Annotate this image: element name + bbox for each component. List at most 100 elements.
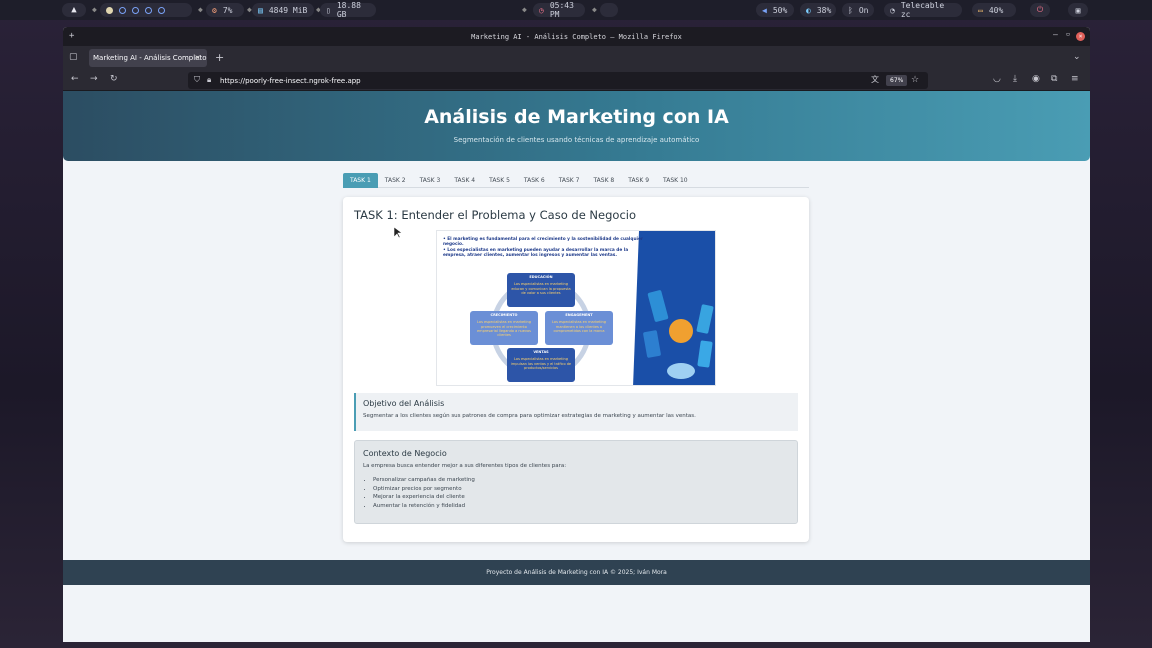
url-text[interactable]: https://poorly-free-insect.ngrok-free.ap… xyxy=(220,77,361,85)
maximize-icon[interactable]: ▫ xyxy=(1066,31,1070,38)
separator-icon: ◆ xyxy=(92,5,97,14)
box-sales: VENTAS Los especialistas en marketing im… xyxy=(507,348,575,382)
hero-header: Análisis de Marketing con IA Segmentació… xyxy=(63,91,1090,161)
box-growth: CRECIMIENTO Los especialistas en marketi… xyxy=(470,311,538,345)
task-tabs: TASK 1 TASK 2 TASK 3 TASK 4 TASK 5 TASK 6 TASK… xyxy=(343,173,809,188)
tab-task-6[interactable]: TASK 6 xyxy=(517,173,552,188)
bluetooth-icon: ᛒ xyxy=(848,5,853,15)
menu-icon[interactable]: ≡ xyxy=(1071,75,1079,84)
tab-task-5[interactable]: TASK 5 xyxy=(482,173,517,188)
brightness-icon: ◐ xyxy=(806,5,811,15)
minimize-icon[interactable]: – xyxy=(1053,31,1058,39)
zoom-indicator[interactable]: 67% xyxy=(886,75,908,86)
disk-icon: ▯ xyxy=(326,5,331,15)
figure-bullet: • Los especialistas en marketing pueden … xyxy=(443,247,629,258)
tab-task-1[interactable]: TASK 1 xyxy=(343,173,378,188)
tab-task-9[interactable]: TASK 9 xyxy=(621,173,656,188)
page-footer: Proyecto de Análisis de Marketing con IA… xyxy=(63,560,1090,585)
translate-icon[interactable]: 文 xyxy=(871,76,879,84)
brightness-widget[interactable]: ◐ 38% xyxy=(800,3,836,17)
section-title: TASK 1: Entender el Problema y Caso de N… xyxy=(354,208,636,222)
cpu-icon: ⚙ xyxy=(212,5,217,15)
close-tab-icon[interactable]: × xyxy=(194,53,201,62)
box-education: EDUCACIÓN Los especialistas en marketing… xyxy=(507,273,575,307)
bluetooth-widget[interactable]: ᛒ On xyxy=(842,3,874,17)
footer-text: Proyecto de Análisis de Marketing con IA… xyxy=(486,569,667,576)
cpu-value: 7% xyxy=(222,5,233,15)
battery-value: 40% xyxy=(988,5,1004,15)
wifi-value: Telecable zc xyxy=(900,1,945,19)
list-item: Mejorar la experiencia del cliente xyxy=(373,493,475,502)
account-icon[interactable]: ◉ xyxy=(1032,75,1040,84)
brain-icon xyxy=(669,319,693,343)
media-widget[interactable] xyxy=(600,3,618,17)
power-icon: ⏻ xyxy=(1036,5,1044,14)
mouse-cursor-icon xyxy=(394,227,402,239)
context-list: Personalizar campañas de marketing Optim… xyxy=(373,476,475,510)
bookmark-star-icon[interactable]: ☆ xyxy=(911,76,919,85)
disk-value: 18.88 GB xyxy=(336,1,361,19)
volume-icon: ◀ xyxy=(762,5,767,15)
url-bar[interactable]: ⛉ 🔒︎ https://poorly-free-insect.ngrok-fr… xyxy=(188,72,928,89)
new-tab-icon[interactable]: + xyxy=(215,52,224,63)
tab-task-10[interactable]: TASK 10 xyxy=(656,173,695,188)
web-page: Análisis de Marketing con IA Segmentació… xyxy=(63,91,1090,642)
tab-task-3[interactable]: TASK 3 xyxy=(413,173,448,188)
box-engagement: ENGAGEMENT Los especialistas en marketin… xyxy=(545,311,613,345)
launcher-button[interactable]: ▲ xyxy=(62,3,86,17)
figure-bullet: • El marketing es fundamental para el cr… xyxy=(443,237,644,248)
list-item: Aumentar la retención y fidelidad xyxy=(373,502,475,511)
workspace-2-icon[interactable] xyxy=(119,6,126,14)
task-card: TASK 1: Entender el Problema y Caso de N… xyxy=(343,197,809,542)
list-tabs-icon[interactable]: ⌄ xyxy=(1073,53,1081,62)
context-title: Contexto de Negocio xyxy=(363,449,447,458)
tab-task-4[interactable]: TASK 4 xyxy=(447,173,482,188)
separator-icon: ◆ xyxy=(522,5,527,14)
objective-text: Segmentar a los clientes según sus patro… xyxy=(363,413,696,419)
reload-icon[interactable]: ↻ xyxy=(110,75,118,84)
page-subtitle: Segmentación de clientes usando técnicas… xyxy=(453,136,700,144)
window-title: Marketing AI - Análisis Completo — Mozil… xyxy=(471,32,682,41)
volume-value: 50% xyxy=(772,5,788,15)
memory-icon: ▤ xyxy=(258,5,263,15)
cpu-widget: ⚙ 7% xyxy=(206,3,244,17)
list-item: Personalizar campañas de marketing xyxy=(373,476,475,485)
forward-icon[interactable]: → xyxy=(90,75,98,84)
memory-value: 4849 MiB xyxy=(268,5,308,15)
workspace-3-icon[interactable] xyxy=(132,6,139,14)
separator-icon: ◆ xyxy=(198,5,203,14)
disk-widget: ▯ 18.88 GB xyxy=(320,1,376,19)
workspace-5-icon[interactable] xyxy=(158,6,165,14)
objective-panel: Objetivo del Análisis Segmentar a los cl… xyxy=(354,393,798,431)
context-intro: La empresa busca entender mejor a sus di… xyxy=(363,463,567,469)
downloads-icon[interactable]: ⤓ xyxy=(1013,75,1017,84)
figure-bullets: • El marketing es fundamental para el cr… xyxy=(443,237,651,258)
clipboard-button[interactable]: ▣ xyxy=(1068,3,1088,17)
window-add-icon[interactable]: + xyxy=(69,32,74,41)
browser-tab[interactable]: Marketing AI - Análisis Completo × xyxy=(89,49,207,67)
bluetooth-value: On xyxy=(858,5,869,15)
pocket-icon[interactable]: ◡ xyxy=(993,75,1001,84)
workspace-4-icon[interactable] xyxy=(145,6,152,14)
workspace-1-icon[interactable] xyxy=(106,6,113,14)
power-button[interactable]: ⏻ xyxy=(1030,3,1050,17)
tab-task-8[interactable]: TASK 8 xyxy=(586,173,621,188)
close-window-icon[interactable]: × xyxy=(1076,32,1085,41)
separator-icon: ◆ xyxy=(592,5,597,14)
clock-icon: ◷ xyxy=(539,5,544,15)
lock-icon[interactable]: 🔒︎ xyxy=(207,76,211,84)
workspace-switcher[interactable] xyxy=(100,3,192,17)
system-bar: ▲ ◆ ◆ ⚙ 7% ◆ ▤ 4849 MiB ◆ ▯ 18.88 GB ◆ ◷… xyxy=(0,0,1152,20)
page-title: Análisis de Marketing con IA xyxy=(424,106,729,128)
extensions-icon[interactable]: ⧉ xyxy=(1051,75,1057,84)
volume-widget[interactable]: ◀ 50% xyxy=(756,3,794,17)
back-icon[interactable]: ← xyxy=(71,75,79,84)
browser-window: + Marketing AI - Análisis Completo — Moz… xyxy=(63,27,1090,642)
clock-widget[interactable]: ◷ 05:43 PM xyxy=(533,1,585,19)
battery-widget: ▭ 40% xyxy=(972,3,1016,17)
tab-overview-icon[interactable]: ▢ xyxy=(69,53,78,62)
shield-icon[interactable]: ⛉ xyxy=(194,76,200,84)
tab-task-2[interactable]: TASK 2 xyxy=(378,173,413,188)
wifi-widget[interactable]: ◔ Telecable zc xyxy=(884,1,962,19)
tab-task-7[interactable]: TASK 7 xyxy=(552,173,587,188)
